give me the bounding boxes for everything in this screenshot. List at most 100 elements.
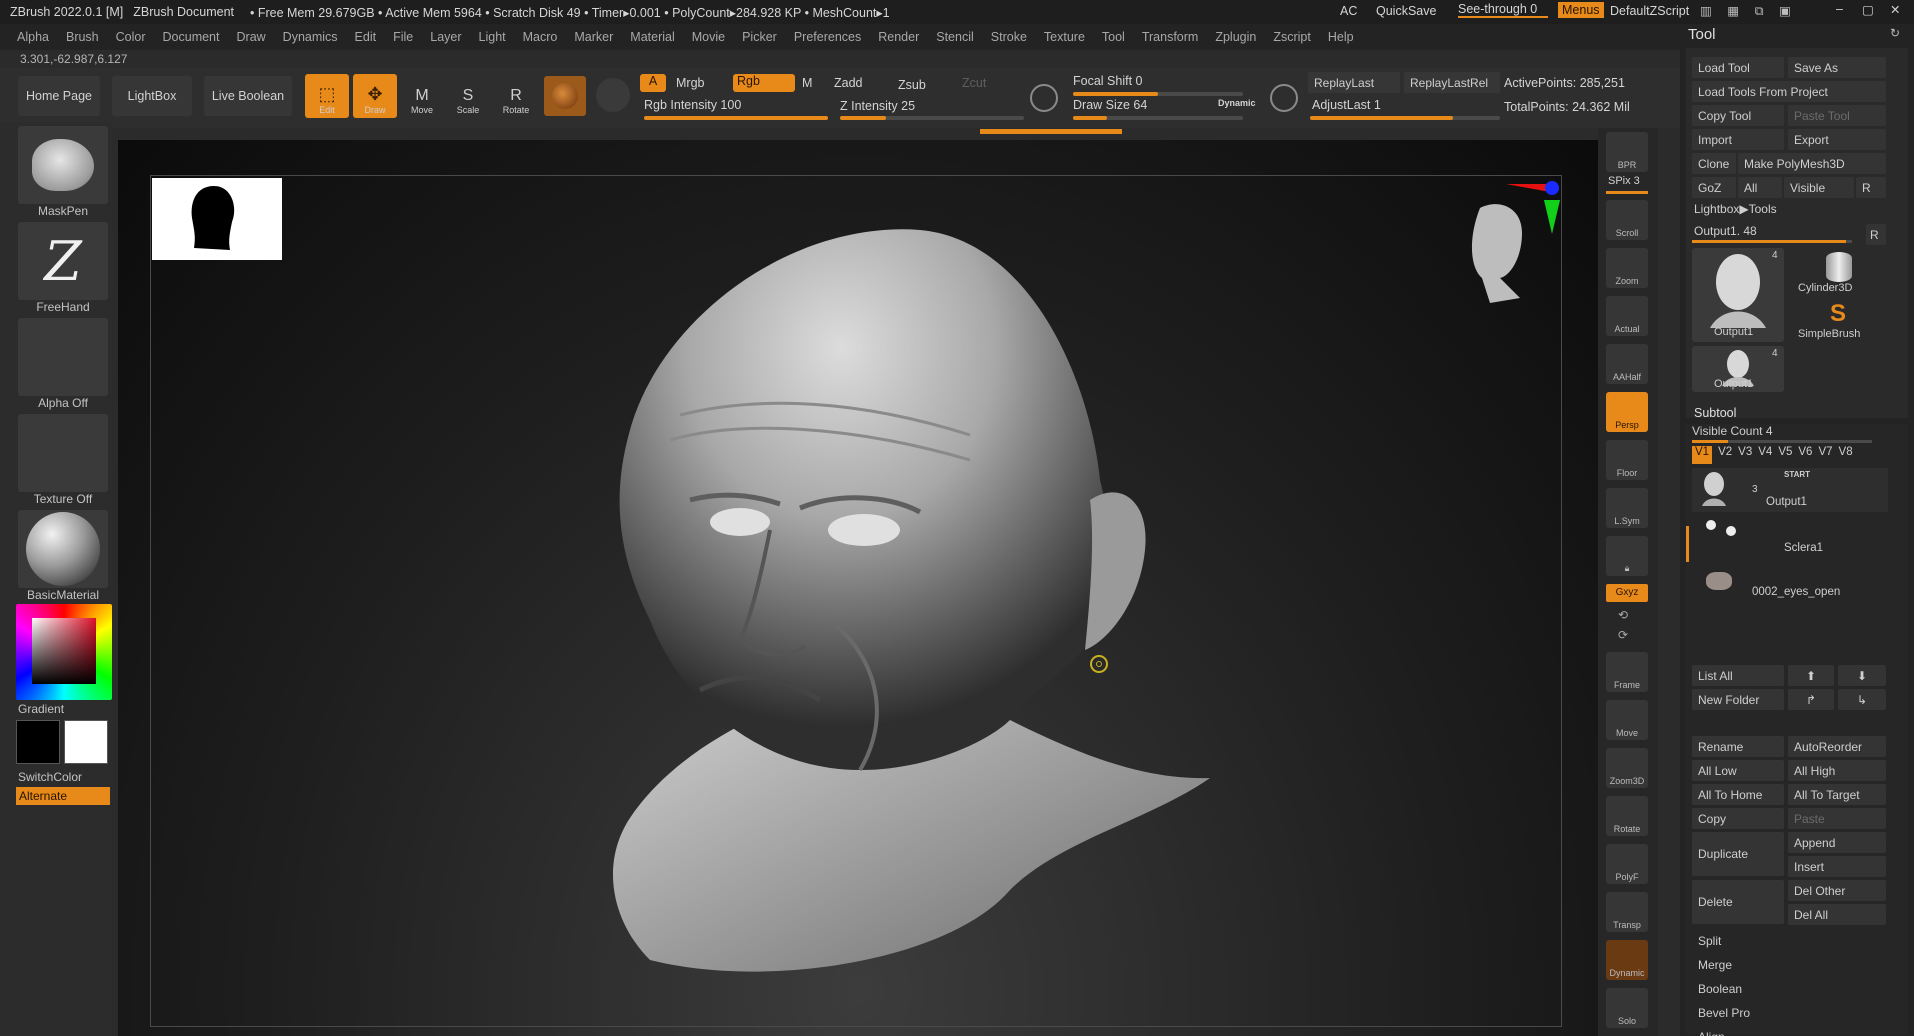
stroke-s-icon[interactable]	[1030, 84, 1058, 112]
bpr-button[interactable]: BPR	[1606, 132, 1648, 172]
tab-v1[interactable]: V1	[1692, 446, 1713, 464]
primary-color-swatch[interactable]	[16, 720, 60, 764]
lightbox-tools-link[interactable]: Lightbox▶Tools	[1694, 202, 1777, 216]
duplicate-button[interactable]: Duplicate	[1692, 832, 1784, 876]
panel-refresh-icon[interactable]: ↻	[1890, 26, 1900, 40]
tab-v5[interactable]: V5	[1778, 446, 1792, 464]
list-all-button[interactable]: List All	[1692, 665, 1784, 686]
menu-texture[interactable]: Texture	[1044, 30, 1085, 44]
lsym-button[interactable]: L.Sym	[1606, 488, 1648, 528]
menu-draw[interactable]: Draw	[237, 30, 266, 44]
copy-tool-button[interactable]: Copy Tool	[1692, 105, 1784, 126]
menu-dynamics[interactable]: Dynamics	[283, 30, 338, 44]
mrgb-toggle[interactable]: Mrgb	[676, 76, 704, 90]
subtool-item-sclera1[interactable]: Sclera1	[1692, 516, 1888, 560]
save-as-button[interactable]: Save As	[1788, 57, 1886, 78]
menu-marker[interactable]: Marker	[574, 30, 613, 44]
default-zscript-button[interactable]: DefaultZScript	[1610, 4, 1689, 18]
append-button[interactable]: Append	[1788, 832, 1886, 853]
delete-button[interactable]: Delete	[1692, 880, 1784, 924]
move-mode-button[interactable]: M Move	[400, 74, 444, 118]
tool-r-button[interactable]: R	[1866, 224, 1886, 245]
close-icon[interactable]: ✕	[1890, 2, 1900, 17]
polyf-button[interactable]: PolyF	[1606, 844, 1648, 884]
dynamic-toggle[interactable]: Dynamic	[1218, 98, 1256, 108]
xyz-toggle[interactable]: Gxyz	[1606, 584, 1648, 602]
all-to-home-button[interactable]: All To Home	[1692, 784, 1784, 805]
focal-shift-slider[interactable]	[1073, 92, 1243, 96]
del-all-button[interactable]: Del All	[1788, 904, 1886, 925]
rotate-mode-button[interactable]: R Rotate	[494, 74, 538, 118]
subtool-item-output1[interactable]: START 3 Output1	[1692, 468, 1888, 512]
live-boolean-button[interactable]: Live Boolean	[204, 76, 292, 116]
minimize-icon[interactable]: –	[1836, 2, 1843, 16]
dynamic-solo-button[interactable]: Dynamic	[1606, 940, 1648, 980]
sculpted-head-model[interactable]	[590, 200, 1230, 980]
solo-button[interactable]: Solo	[1606, 988, 1648, 1028]
rotate-z-icon[interactable]: ⟳	[1618, 628, 1628, 642]
merge-section[interactable]: Merge	[1698, 958, 1732, 972]
menu-edit[interactable]: Edit	[355, 30, 377, 44]
frame-button[interactable]: Frame	[1606, 652, 1648, 692]
color-sphere-icon[interactable]	[596, 78, 630, 112]
material-slot[interactable]	[18, 510, 108, 588]
align-section[interactable]: Align	[1698, 1030, 1725, 1036]
export-button[interactable]: Export	[1788, 129, 1886, 150]
material-swatch-button[interactable]	[544, 76, 586, 116]
subtool-item-eyes[interactable]: 0002_eyes_open	[1692, 564, 1888, 608]
autoreorder-button[interactable]: AutoReorder	[1788, 736, 1886, 757]
visible-count-slider[interactable]	[1692, 440, 1872, 443]
quicksave-button[interactable]: QuickSave	[1376, 4, 1436, 18]
goz-all-button[interactable]: All	[1738, 177, 1782, 198]
brush-slot[interactable]	[18, 126, 108, 204]
goz-r-button[interactable]: R	[1856, 177, 1886, 198]
floor-button[interactable]: Floor	[1606, 440, 1648, 480]
menu-picker[interactable]: Picker	[742, 30, 777, 44]
menu-tool[interactable]: Tool	[1102, 30, 1125, 44]
move-out-folder-icon[interactable]: ↳	[1838, 689, 1886, 710]
zoom3d-button[interactable]: Zoom3D	[1606, 748, 1648, 788]
see-through-slider[interactable]: See-through 0	[1458, 2, 1548, 18]
stroke-slot[interactable]: Z	[18, 222, 108, 300]
menu-light[interactable]: Light	[479, 30, 506, 44]
rename-button[interactable]: Rename	[1692, 736, 1784, 757]
goz-button[interactable]: GoZ	[1692, 177, 1736, 198]
persp-button[interactable]: Persp	[1606, 392, 1648, 432]
clone-button[interactable]: Clone	[1692, 153, 1736, 174]
m-toggle[interactable]: M	[802, 76, 812, 90]
tab-v7[interactable]: V7	[1818, 446, 1832, 464]
zadd-toggle[interactable]: Zadd	[834, 76, 863, 90]
rotate-y-icon[interactable]: ⟲	[1618, 608, 1628, 622]
all-to-target-button[interactable]: All To Target	[1788, 784, 1886, 805]
tab-v4[interactable]: V4	[1758, 446, 1772, 464]
shelf-scroll-indicator[interactable]	[980, 129, 1122, 134]
menus-toggle[interactable]: Menus	[1558, 2, 1604, 18]
goz-visible-button[interactable]: Visible	[1784, 177, 1854, 198]
menu-layer[interactable]: Layer	[430, 30, 461, 44]
scale-mode-button[interactable]: S Scale	[446, 74, 490, 118]
tab-v8[interactable]: V8	[1839, 446, 1853, 464]
draw-mode-button[interactable]: ✥ Draw	[353, 74, 397, 118]
zcut-toggle[interactable]: Zcut	[962, 76, 986, 90]
split-section[interactable]: Split	[1698, 934, 1721, 948]
menu-macro[interactable]: Macro	[523, 30, 558, 44]
del-other-button[interactable]: Del Other	[1788, 880, 1886, 901]
replay-last-rel-button[interactable]: ReplayLastRel	[1404, 72, 1500, 93]
a-toggle[interactable]: A	[640, 74, 666, 92]
menu-help[interactable]: Help	[1328, 30, 1354, 44]
stroke-d-icon[interactable]	[1270, 84, 1298, 112]
menu-zscript[interactable]: Zscript	[1273, 30, 1311, 44]
menu-alpha[interactable]: Alpha	[17, 30, 49, 44]
paste-button[interactable]: Paste	[1788, 808, 1886, 829]
menu-material[interactable]: Material	[630, 30, 674, 44]
insert-button[interactable]: Insert	[1788, 856, 1886, 877]
z-intensity-slider[interactable]	[840, 116, 1024, 120]
alternate-toggle[interactable]: Alternate	[16, 787, 110, 805]
rgb-toggle[interactable]: Rgb	[733, 74, 795, 92]
actual-button[interactable]: Actual	[1606, 296, 1648, 336]
load-tool-button[interactable]: Load Tool	[1692, 57, 1784, 78]
tab-v6[interactable]: V6	[1798, 446, 1812, 464]
zoom-button[interactable]: Zoom	[1606, 248, 1648, 288]
tab-v2[interactable]: V2	[1718, 446, 1732, 464]
new-folder-button[interactable]: New Folder	[1692, 689, 1784, 710]
